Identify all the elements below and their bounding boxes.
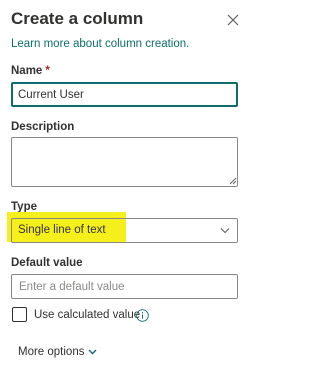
default-value-label: Default value <box>11 257 83 269</box>
type-selected-value: Single line of text <box>18 224 106 236</box>
more-options-chevron-icon[interactable] <box>88 349 97 355</box>
calculated-value-label: Use calculated value <box>34 309 141 321</box>
create-column-panel: Create a column Learn more about column … <box>0 0 257 371</box>
name-label-text: Name <box>11 65 43 77</box>
chevron-down-icon[interactable] <box>220 227 230 234</box>
name-input-value: Current User <box>18 89 84 101</box>
calculated-value-checkbox[interactable] <box>12 307 27 322</box>
learn-more-link[interactable]: Learn more about column creation. <box>11 38 189 50</box>
default-value-input[interactable] <box>11 274 238 299</box>
panel-title: Create a column <box>11 9 144 28</box>
required-marker: * <box>45 65 50 77</box>
name-label: Name * <box>11 65 50 77</box>
info-icon[interactable] <box>136 309 149 322</box>
description-textarea[interactable] <box>11 137 238 187</box>
resize-grip-icon[interactable] <box>229 177 237 185</box>
more-options-button[interactable]: More options <box>18 346 84 358</box>
description-label: Description <box>11 121 75 133</box>
close-icon[interactable] <box>227 14 239 26</box>
